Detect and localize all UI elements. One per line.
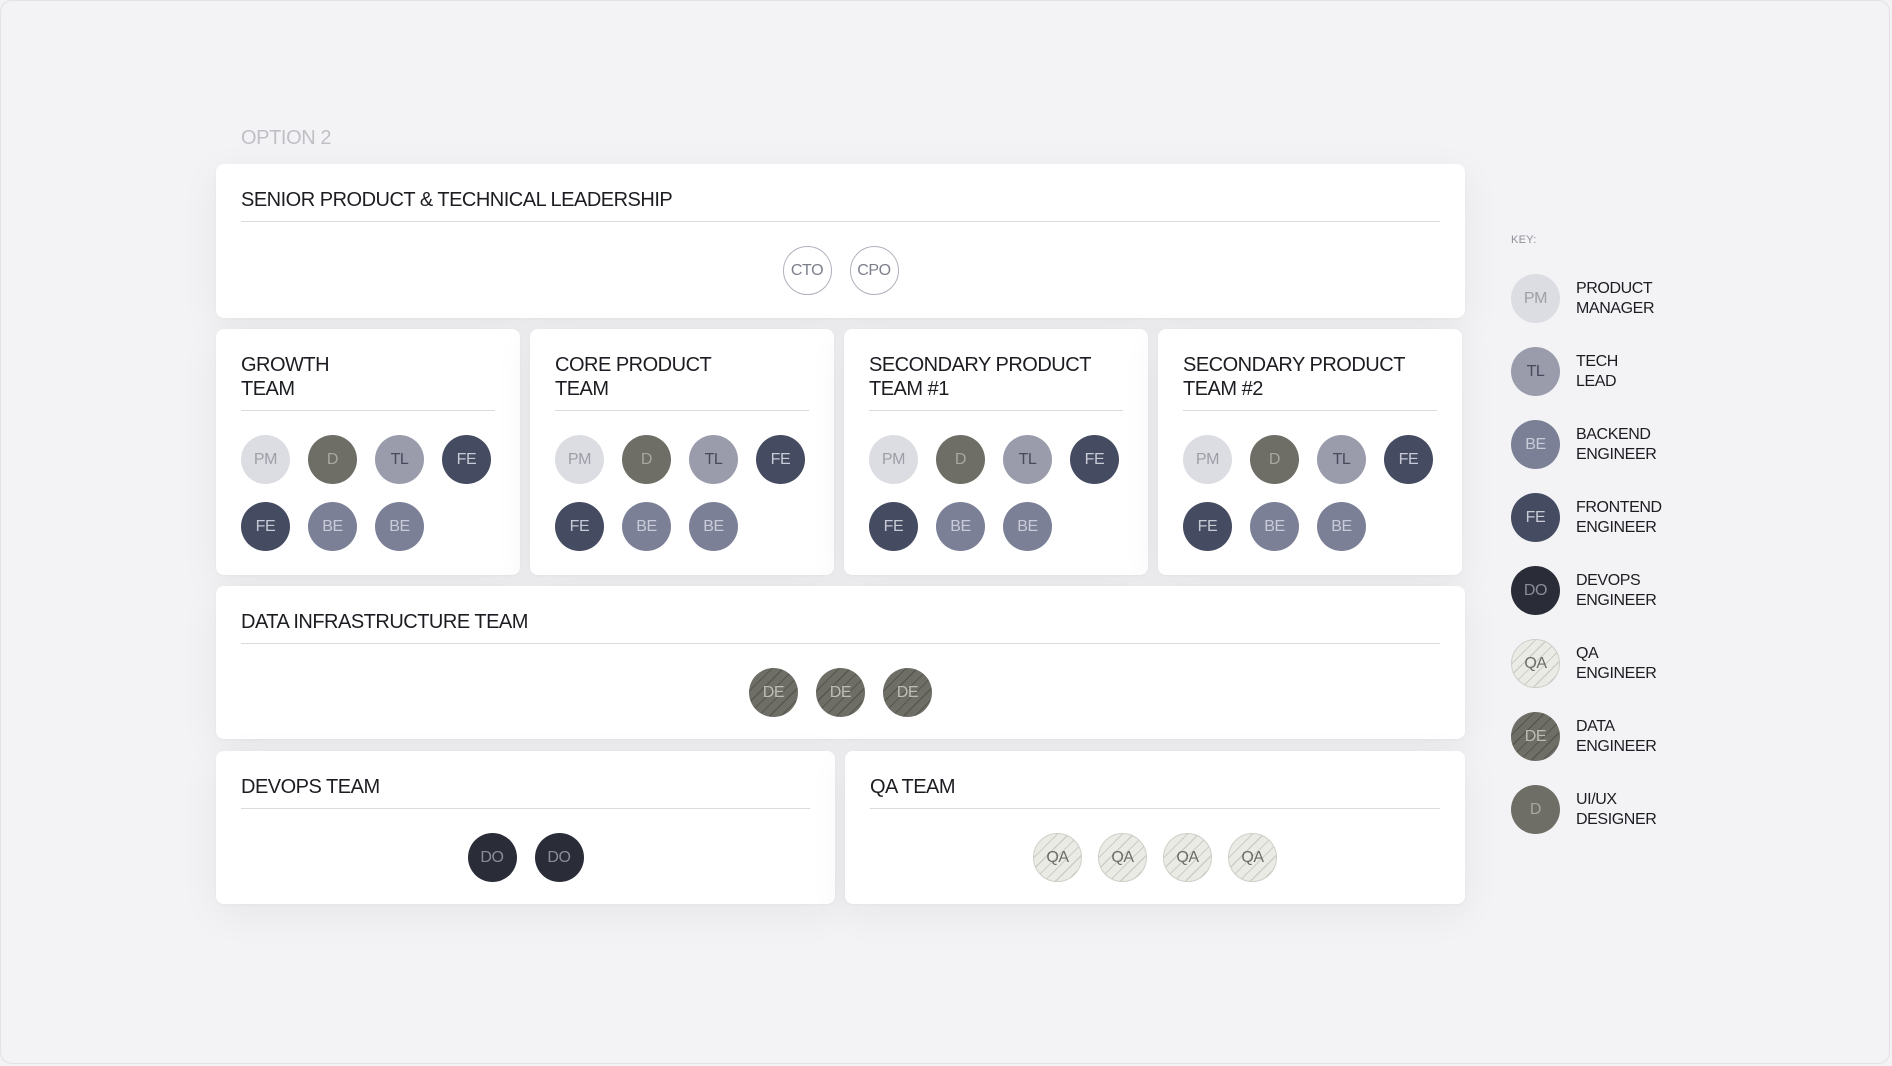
legend-item: BE BACKEND ENGINEER bbox=[1511, 420, 1696, 469]
fe-avatar[interactable]: FE bbox=[869, 502, 918, 551]
qa-engineer-avatar[interactable]: QA bbox=[1098, 833, 1147, 882]
legend-item: DO DEVOPS ENGINEER bbox=[1511, 566, 1696, 615]
fe-avatar[interactable]: FE bbox=[1183, 502, 1232, 551]
team-title: SECONDARY PRODUCT TEAM #1 bbox=[869, 353, 1123, 411]
legend-swatch: PM bbox=[1511, 274, 1560, 323]
qa-title: QA TEAM bbox=[870, 775, 1440, 809]
fe-avatar[interactable]: FE bbox=[555, 502, 604, 551]
legend-label: TECH LEAD bbox=[1576, 352, 1618, 390]
be-avatar[interactable]: BE bbox=[622, 502, 671, 551]
data-infrastructure-card: DATA INFRASTRUCTURE TEAM DE DE DE bbox=[216, 586, 1465, 739]
tl-avatar[interactable]: TL bbox=[689, 435, 738, 484]
data-infrastructure-title: DATA INFRASTRUCTURE TEAM bbox=[241, 610, 1440, 644]
team-card: SECONDARY PRODUCT TEAM #1 PM D TL FE FE BE BE bbox=[844, 329, 1148, 575]
devops-card: DEVOPS TEAM DO DO bbox=[216, 751, 835, 904]
team-members: PM D TL FE FE BE BE bbox=[555, 435, 809, 551]
leadership-card: SENIOR PRODUCT & TECHNICAL LEADERSHIP CT… bbox=[216, 164, 1465, 318]
qa-card: QA TEAM QA QA QA QA bbox=[845, 751, 1465, 904]
legend-item: DE DATA ENGINEER bbox=[1511, 712, 1696, 761]
canvas-frame: OPTION 2 SENIOR PRODUCT & TECHNICAL LEAD… bbox=[0, 0, 1890, 1064]
devops-members: DO DO bbox=[241, 833, 810, 882]
devops-title: DEVOPS TEAM bbox=[241, 775, 810, 809]
team-members: PM D TL FE FE BE BE bbox=[241, 435, 495, 551]
legend-item: QA QA ENGINEER bbox=[1511, 639, 1696, 688]
legend-label: BACKEND ENGINEER bbox=[1576, 425, 1657, 463]
pm-avatar[interactable]: PM bbox=[869, 435, 918, 484]
legend-title: KEY: bbox=[1511, 234, 1537, 246]
tl-avatar[interactable]: TL bbox=[1317, 435, 1366, 484]
be-avatar[interactable]: BE bbox=[308, 502, 357, 551]
team-title: SECONDARY PRODUCT TEAM #2 bbox=[1183, 353, 1437, 411]
team-members: PM D TL FE FE BE BE bbox=[1183, 435, 1437, 551]
legend-swatch: DO bbox=[1511, 566, 1560, 615]
team-card: SECONDARY PRODUCT TEAM #2 PM D TL FE FE BE BE bbox=[1158, 329, 1462, 575]
legend-label: FRONTEND ENGINEER bbox=[1576, 498, 1662, 536]
legend-label: DEVOPS ENGINEER bbox=[1576, 571, 1657, 609]
legend-swatch: TL bbox=[1511, 347, 1560, 396]
legend-item: D UI/UX DESIGNER bbox=[1511, 785, 1696, 834]
qa-engineer-avatar[interactable]: QA bbox=[1228, 833, 1277, 882]
data-engineer-avatar[interactable]: DE bbox=[816, 668, 865, 717]
tl-avatar[interactable]: TL bbox=[1003, 435, 1052, 484]
data-engineer-avatar[interactable]: DE bbox=[749, 668, 798, 717]
qa-members: QA QA QA QA bbox=[870, 833, 1440, 882]
fe-avatar[interactable]: FE bbox=[442, 435, 491, 484]
devops-engineer-avatar[interactable]: DO bbox=[467, 833, 517, 882]
legend-item: FE FRONTEND ENGINEER bbox=[1511, 493, 1696, 542]
leadership-members: CTO CPO bbox=[241, 246, 1440, 295]
fe-avatar[interactable]: FE bbox=[756, 435, 805, 484]
legend-label: UI/UX DESIGNER bbox=[1576, 790, 1657, 828]
be-avatar[interactable]: BE bbox=[689, 502, 738, 551]
legend-swatch: DE bbox=[1511, 712, 1560, 761]
be-avatar[interactable]: BE bbox=[375, 502, 424, 551]
tl-avatar[interactable]: TL bbox=[375, 435, 424, 484]
legend-label: DATA ENGINEER bbox=[1576, 717, 1657, 755]
legend: KEY: PM PRODUCT MANAGER TL TECH LEAD BE BACKE… bbox=[1511, 234, 1662, 834]
pm-avatar[interactable]: PM bbox=[555, 435, 604, 484]
fe-avatar[interactable]: FE bbox=[1384, 435, 1433, 484]
d-avatar[interactable]: D bbox=[622, 435, 671, 484]
qa-engineer-avatar[interactable]: QA bbox=[1163, 833, 1212, 882]
legend-item: TL TECH LEAD bbox=[1511, 347, 1696, 396]
data-engineer-avatar[interactable]: DE bbox=[883, 668, 932, 717]
legend-swatch: D bbox=[1511, 785, 1560, 834]
team-title: CORE PRODUCT TEAM bbox=[555, 353, 809, 411]
legend-label: PRODUCT MANAGER bbox=[1576, 279, 1655, 317]
team-members: PM D TL FE FE BE BE bbox=[869, 435, 1123, 551]
be-avatar[interactable]: BE bbox=[1003, 502, 1052, 551]
be-avatar[interactable]: BE bbox=[936, 502, 985, 551]
team-title: GROWTH TEAM bbox=[241, 353, 495, 411]
data-infrastructure-members: DE DE DE bbox=[241, 668, 1440, 717]
cpo-avatar[interactable]: CPO bbox=[849, 246, 899, 295]
option-label: OPTION 2 bbox=[241, 127, 332, 149]
fe-avatar[interactable]: FE bbox=[241, 502, 290, 551]
fe-avatar[interactable]: FE bbox=[1070, 435, 1119, 484]
devops-engineer-avatar[interactable]: DO bbox=[534, 833, 584, 882]
leadership-title: SENIOR PRODUCT & TECHNICAL LEADERSHIP bbox=[241, 188, 1440, 222]
legend-swatch: FE bbox=[1511, 493, 1560, 542]
legend-swatch: BE bbox=[1511, 420, 1560, 469]
legend-label: QA ENGINEER bbox=[1576, 644, 1657, 682]
team-card: CORE PRODUCT TEAM PM D TL FE FE BE BE bbox=[530, 329, 834, 575]
d-avatar[interactable]: D bbox=[936, 435, 985, 484]
pm-avatar[interactable]: PM bbox=[1183, 435, 1232, 484]
cto-avatar[interactable]: CTO bbox=[782, 246, 832, 295]
be-avatar[interactable]: BE bbox=[1250, 502, 1299, 551]
be-avatar[interactable]: BE bbox=[1317, 502, 1366, 551]
legend-item: PM PRODUCT MANAGER bbox=[1511, 274, 1696, 323]
team-card: GROWTH TEAM PM D TL FE FE BE BE bbox=[216, 329, 520, 575]
pm-avatar[interactable]: PM bbox=[241, 435, 290, 484]
d-avatar[interactable]: D bbox=[1250, 435, 1299, 484]
d-avatar[interactable]: D bbox=[308, 435, 357, 484]
qa-engineer-avatar[interactable]: QA bbox=[1033, 833, 1082, 882]
legend-swatch: QA bbox=[1511, 639, 1560, 688]
